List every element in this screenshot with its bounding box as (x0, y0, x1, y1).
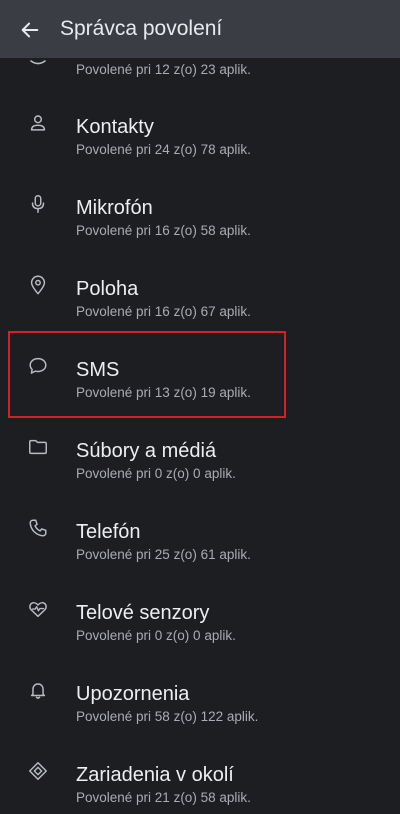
permission-item-nearby-devices[interactable]: Zariadenia v okolí Povolené pri 21 z(o) … (0, 730, 400, 811)
permission-summary: Povolené pri 24 z(o) 78 aplik. (76, 142, 251, 157)
permission-title: Poloha (76, 278, 139, 300)
permission-summary: Povolené pri 58 z(o) 122 aplik. (76, 709, 259, 724)
bell-icon (26, 678, 50, 702)
permission-item-sms[interactable]: SMS Povolené pri 13 z(o) 19 aplik. (0, 325, 400, 406)
permission-summary: Povolené pri 0 z(o) 0 aplik. (76, 628, 236, 643)
permission-summary: Povolené pri 16 z(o) 58 aplik. (76, 223, 251, 238)
permission-title: Telové senzory (76, 602, 210, 624)
permission-title: SMS (76, 359, 120, 381)
permission-item-contacts[interactable]: Kontakty Povolené pri 24 z(o) 78 aplik. (0, 82, 400, 163)
permission-title: Súbory a médiá (76, 440, 217, 462)
permission-item-files-media[interactable]: Súbory a médiá Povolené pri 0 z(o) 0 apl… (0, 406, 400, 487)
permission-title: Kontakty (76, 116, 154, 138)
permission-item-notifications[interactable]: Upozornenia Povolené pri 58 z(o) 122 apl… (0, 649, 400, 730)
permission-item-body-sensors[interactable]: Telové senzory Povolené pri 0 z(o) 0 apl… (0, 568, 400, 649)
arrow-back-icon (19, 19, 41, 41)
permission-summary: Povolené pri 21 z(o) 58 aplik. (76, 790, 251, 805)
nearby-devices-icon (26, 759, 50, 783)
heart-pulse-icon (26, 597, 50, 621)
permission-summary: Povolené pri 16 z(o) 67 aplik. (76, 304, 251, 319)
permission-title: Upozornenia (76, 683, 190, 705)
list-item-partial[interactable]: Povolené pri 12 z(o) 23 aplik. (0, 58, 400, 82)
phone-icon (26, 516, 50, 540)
permission-title: Telefón (76, 521, 141, 543)
permission-summary: Povolené pri 13 z(o) 19 aplik. (76, 385, 251, 400)
permission-manager-screen: Správca povolení Povolené pri 12 z(o) 23… (0, 0, 400, 814)
folder-icon (26, 435, 50, 459)
permission-item-microphone[interactable]: Mikrofón Povolené pri 16 z(o) 58 aplik. (0, 163, 400, 244)
permission-title: Mikrofón (76, 197, 153, 219)
permission-title: Zariadenia v okolí (76, 764, 234, 786)
permission-item-location[interactable]: Poloha Povolené pri 16 z(o) 67 aplik. (0, 244, 400, 325)
person-icon (26, 111, 50, 135)
chat-bubble-icon (26, 354, 50, 378)
partial-item-icon (26, 58, 50, 68)
page-title: Správca povolení (60, 17, 223, 40)
app-bar: Správca povolení (0, 0, 400, 58)
partial-item-summary: Povolené pri 12 z(o) 23 aplik. (76, 62, 251, 77)
permission-item-phone[interactable]: Telefón Povolené pri 25 z(o) 61 aplik. (0, 487, 400, 568)
permission-list: Kontakty Povolené pri 24 z(o) 78 aplik. … (0, 82, 400, 811)
location-pin-icon (26, 273, 50, 297)
microphone-icon (26, 192, 50, 216)
permission-summary: Povolené pri 25 z(o) 61 aplik. (76, 547, 251, 562)
permission-summary: Povolené pri 0 z(o) 0 aplik. (76, 466, 236, 481)
back-button[interactable] (14, 14, 46, 46)
